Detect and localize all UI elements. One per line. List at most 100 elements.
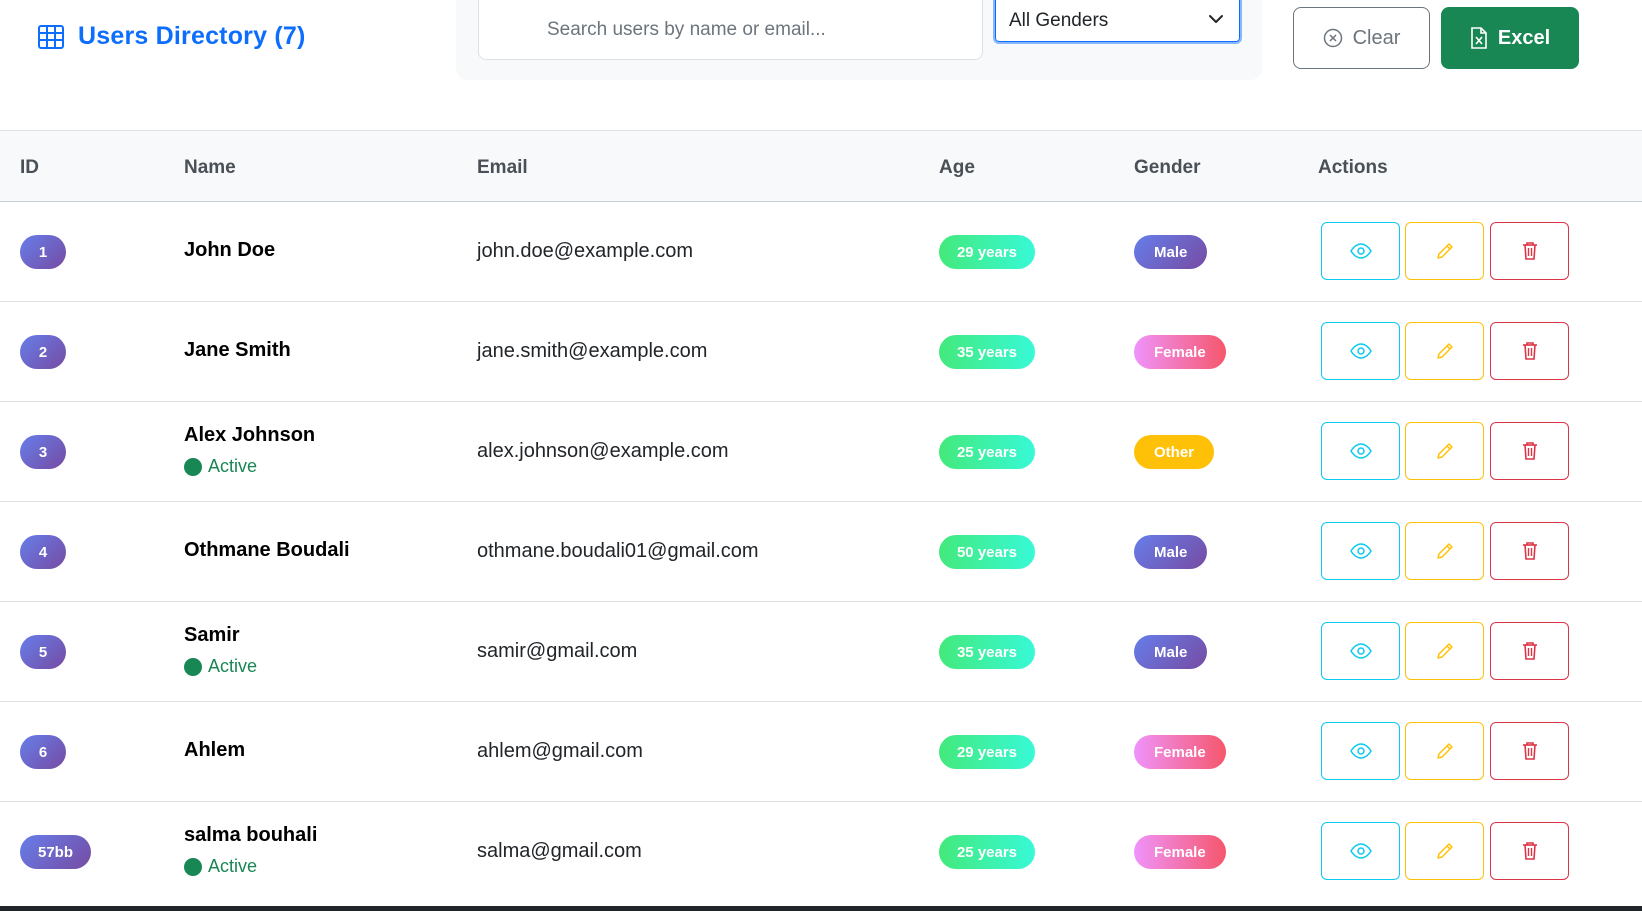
status-dot-icon bbox=[184, 857, 202, 876]
bottom-border bbox=[0, 906, 1642, 911]
gender-badge: Female bbox=[1134, 735, 1226, 769]
view-button[interactable] bbox=[1321, 422, 1400, 480]
id-badge: 4 bbox=[20, 535, 66, 569]
age-badge: 29 years bbox=[939, 735, 1035, 769]
eye-icon bbox=[1349, 443, 1372, 459]
column-header-age: Age bbox=[939, 157, 975, 178]
edit-button[interactable] bbox=[1405, 422, 1484, 480]
clear-button-label: Clear bbox=[1352, 26, 1401, 49]
column-header-actions: Actions bbox=[1318, 157, 1388, 178]
view-button[interactable] bbox=[1321, 622, 1400, 680]
delete-button[interactable] bbox=[1490, 322, 1569, 380]
status-label: Active bbox=[208, 656, 258, 676]
gender-badge: Male bbox=[1134, 635, 1208, 669]
table-body: 1 John Doe john.doe@example.com 29 years Mal… bbox=[0, 202, 1642, 902]
age-badge: 25 years bbox=[939, 835, 1035, 869]
chevron-down-icon bbox=[1209, 15, 1223, 23]
gender-badge: Other bbox=[1134, 435, 1215, 469]
eye-icon bbox=[1349, 243, 1372, 259]
trash-icon bbox=[1522, 442, 1537, 460]
column-header-name: Name bbox=[184, 157, 236, 178]
trash-icon bbox=[1522, 342, 1537, 360]
excel-file-icon bbox=[1471, 27, 1487, 49]
table-row: 3 Alex Johnson Active alex.johnson@example.… bbox=[0, 402, 1642, 502]
page-header: Users Directory (7) All Genders Clear Ex… bbox=[0, 0, 1642, 130]
view-button[interactable] bbox=[1321, 522, 1400, 580]
eye-icon bbox=[1349, 843, 1372, 859]
user-email: ahlem@gmail.com bbox=[477, 740, 643, 762]
delete-button[interactable] bbox=[1490, 722, 1569, 780]
user-email: salma@gmail.com bbox=[477, 840, 642, 862]
gender-badge: Female bbox=[1134, 335, 1226, 369]
status-dot-icon bbox=[184, 657, 202, 676]
column-header-email: Email bbox=[477, 157, 528, 178]
id-badge: 57bb bbox=[20, 835, 92, 869]
id-badge: 1 bbox=[20, 235, 66, 269]
trash-icon bbox=[1522, 642, 1537, 660]
view-button[interactable] bbox=[1321, 222, 1400, 280]
table-row: 4 Othmane Boudali othmane.boudali01@gmail.… bbox=[0, 502, 1642, 602]
table-row: 5 Samir Active samir@gmail.com 35 years Male bbox=[0, 602, 1642, 702]
pencil-icon bbox=[1436, 743, 1453, 759]
view-button[interactable] bbox=[1321, 322, 1400, 380]
user-email: samir@gmail.com bbox=[477, 640, 638, 662]
trash-icon bbox=[1522, 742, 1537, 760]
age-badge: 50 years bbox=[939, 535, 1035, 569]
pencil-icon bbox=[1436, 643, 1453, 659]
user-email: alex.johnson@example.com bbox=[477, 440, 729, 462]
pencil-icon bbox=[1436, 543, 1453, 559]
excel-export-button[interactable]: Excel bbox=[1441, 7, 1579, 69]
user-email: jane.smith@example.com bbox=[477, 340, 708, 362]
gender-select[interactable]: All Genders bbox=[993, 0, 1242, 44]
page-title: Users Directory (7) bbox=[78, 22, 306, 50]
age-badge: 35 years bbox=[939, 635, 1035, 669]
user-name: Othmane Boudali bbox=[184, 539, 350, 561]
trash-icon bbox=[1522, 242, 1537, 260]
delete-button[interactable] bbox=[1490, 822, 1569, 880]
edit-button[interactable] bbox=[1405, 822, 1484, 880]
users-table: ID Name Email Age Gender Actions 1 John D… bbox=[0, 130, 1642, 902]
delete-button[interactable] bbox=[1490, 622, 1569, 680]
status-indicator: Active bbox=[184, 656, 257, 677]
delete-button[interactable] bbox=[1490, 222, 1569, 280]
edit-button[interactable] bbox=[1405, 622, 1484, 680]
delete-button[interactable] bbox=[1490, 422, 1569, 480]
id-badge: 3 bbox=[20, 435, 66, 469]
user-name: Jane Smith bbox=[184, 339, 291, 361]
view-button[interactable] bbox=[1321, 822, 1400, 880]
view-button[interactable] bbox=[1321, 722, 1400, 780]
status-label: Active bbox=[208, 856, 258, 876]
table-row: 2 Jane Smith jane.smith@example.com 35 year… bbox=[0, 302, 1642, 402]
edit-button[interactable] bbox=[1405, 322, 1484, 380]
table-header: ID Name Email Age Gender Actions bbox=[0, 130, 1642, 202]
table-icon bbox=[38, 24, 64, 49]
status-label: Active bbox=[208, 456, 258, 476]
search-input[interactable] bbox=[547, 19, 967, 41]
user-name: salma bouhali bbox=[184, 824, 318, 846]
status-indicator: Active bbox=[184, 456, 257, 477]
edit-button[interactable] bbox=[1405, 222, 1484, 280]
pencil-icon bbox=[1436, 243, 1453, 259]
edit-button[interactable] bbox=[1405, 522, 1484, 580]
delete-button[interactable] bbox=[1490, 522, 1569, 580]
table-row: 6 Ahlem ahlem@gmail.com 29 years Female bbox=[0, 702, 1642, 802]
user-name: Ahlem bbox=[184, 739, 246, 761]
age-badge: 25 years bbox=[939, 435, 1035, 469]
age-badge: 35 years bbox=[939, 335, 1035, 369]
age-badge: 29 years bbox=[939, 235, 1035, 269]
gender-select-value: All Genders bbox=[1009, 10, 1109, 31]
user-email: john.doe@example.com bbox=[477, 240, 693, 262]
edit-button[interactable] bbox=[1405, 722, 1484, 780]
user-name: Samir bbox=[184, 624, 240, 646]
user-name: John Doe bbox=[184, 239, 276, 261]
column-header-gender: Gender bbox=[1134, 157, 1201, 178]
clear-button[interactable]: Clear bbox=[1293, 7, 1430, 69]
id-badge: 2 bbox=[20, 335, 66, 369]
search-box[interactable] bbox=[478, 0, 983, 60]
eye-icon bbox=[1349, 643, 1372, 659]
trash-icon bbox=[1522, 542, 1537, 560]
user-name: Alex Johnson bbox=[184, 424, 316, 446]
eye-icon bbox=[1349, 343, 1372, 359]
x-circle-icon bbox=[1323, 28, 1342, 48]
excel-button-label: Excel bbox=[1497, 26, 1551, 49]
